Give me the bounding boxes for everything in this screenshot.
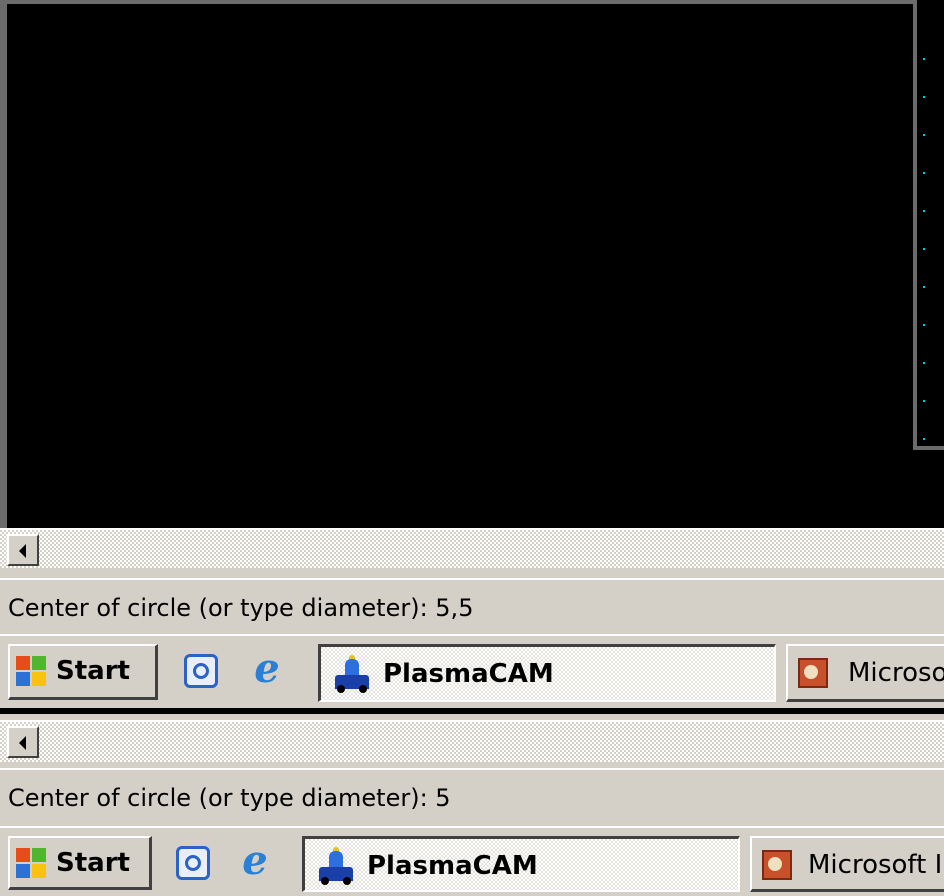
horizontal-scrollbar[interactable] (0, 720, 944, 762)
taskbar-button-microsoft[interactable]: Microso (786, 644, 944, 702)
grid-dot (923, 400, 925, 402)
windows-logo-icon (16, 656, 48, 688)
command-prompt-text: Center of circle (or type diameter): 5 (8, 784, 451, 812)
grid-dot (923, 58, 925, 60)
grid-dot (923, 172, 925, 174)
grid-dot (923, 96, 925, 98)
outlook-express-icon[interactable] (176, 846, 210, 880)
grid-dot (923, 362, 925, 364)
windows-logo-icon (16, 848, 48, 880)
grid-dot (923, 286, 925, 288)
task-label: Microsoft I (808, 850, 943, 880)
grid-dot (923, 134, 925, 136)
scroll-left-button[interactable] (7, 534, 39, 566)
screenshot-composite: Center of circle (or type diameter): 5,5… (0, 0, 944, 896)
arrow-left-icon (19, 736, 26, 750)
internet-explorer-icon[interactable]: e (250, 649, 284, 689)
taskbar: Start e PlasmaCAM Microso (0, 634, 944, 714)
start-button[interactable]: Start (8, 836, 152, 890)
task-label: Microso (848, 658, 944, 688)
command-line[interactable]: Center of circle (or type diameter): 5,5 (0, 578, 944, 632)
start-button[interactable]: Start (8, 644, 158, 700)
taskbar: Start e PlasmaCAM Microsoft I (0, 826, 944, 896)
arrow-left-icon (19, 544, 26, 558)
grid-dot (923, 248, 925, 250)
powerpoint-icon (798, 658, 828, 688)
start-label: Start (56, 656, 130, 686)
internet-explorer-icon[interactable]: e (238, 841, 272, 881)
plasmacam-icon (333, 655, 371, 693)
drawing-boundary (913, 0, 944, 450)
grid-dot (923, 324, 925, 326)
task-label: PlasmaCAM (383, 659, 554, 689)
command-line[interactable]: Center of circle (or type diameter): 5 (0, 768, 944, 824)
outlook-express-icon[interactable] (184, 654, 218, 688)
task-label: PlasmaCAM (367, 851, 538, 881)
taskbar-button-plasmacam[interactable]: PlasmaCAM (302, 836, 740, 892)
taskbar-button-plasmacam[interactable]: PlasmaCAM (318, 644, 776, 702)
command-prompt-text: Center of circle (or type diameter): 5,5 (8, 594, 474, 622)
grid-dot (923, 438, 925, 440)
plasmacam-icon (317, 847, 355, 885)
grid-dot (923, 210, 925, 212)
start-label: Start (56, 848, 130, 878)
drawing-canvas[interactable] (0, 0, 944, 528)
taskbar-button-microsoft[interactable]: Microsoft I (750, 836, 944, 892)
canvas-border (7, 0, 944, 4)
scroll-left-button[interactable] (7, 726, 39, 758)
horizontal-scrollbar[interactable] (0, 528, 944, 568)
powerpoint-icon (762, 850, 792, 880)
